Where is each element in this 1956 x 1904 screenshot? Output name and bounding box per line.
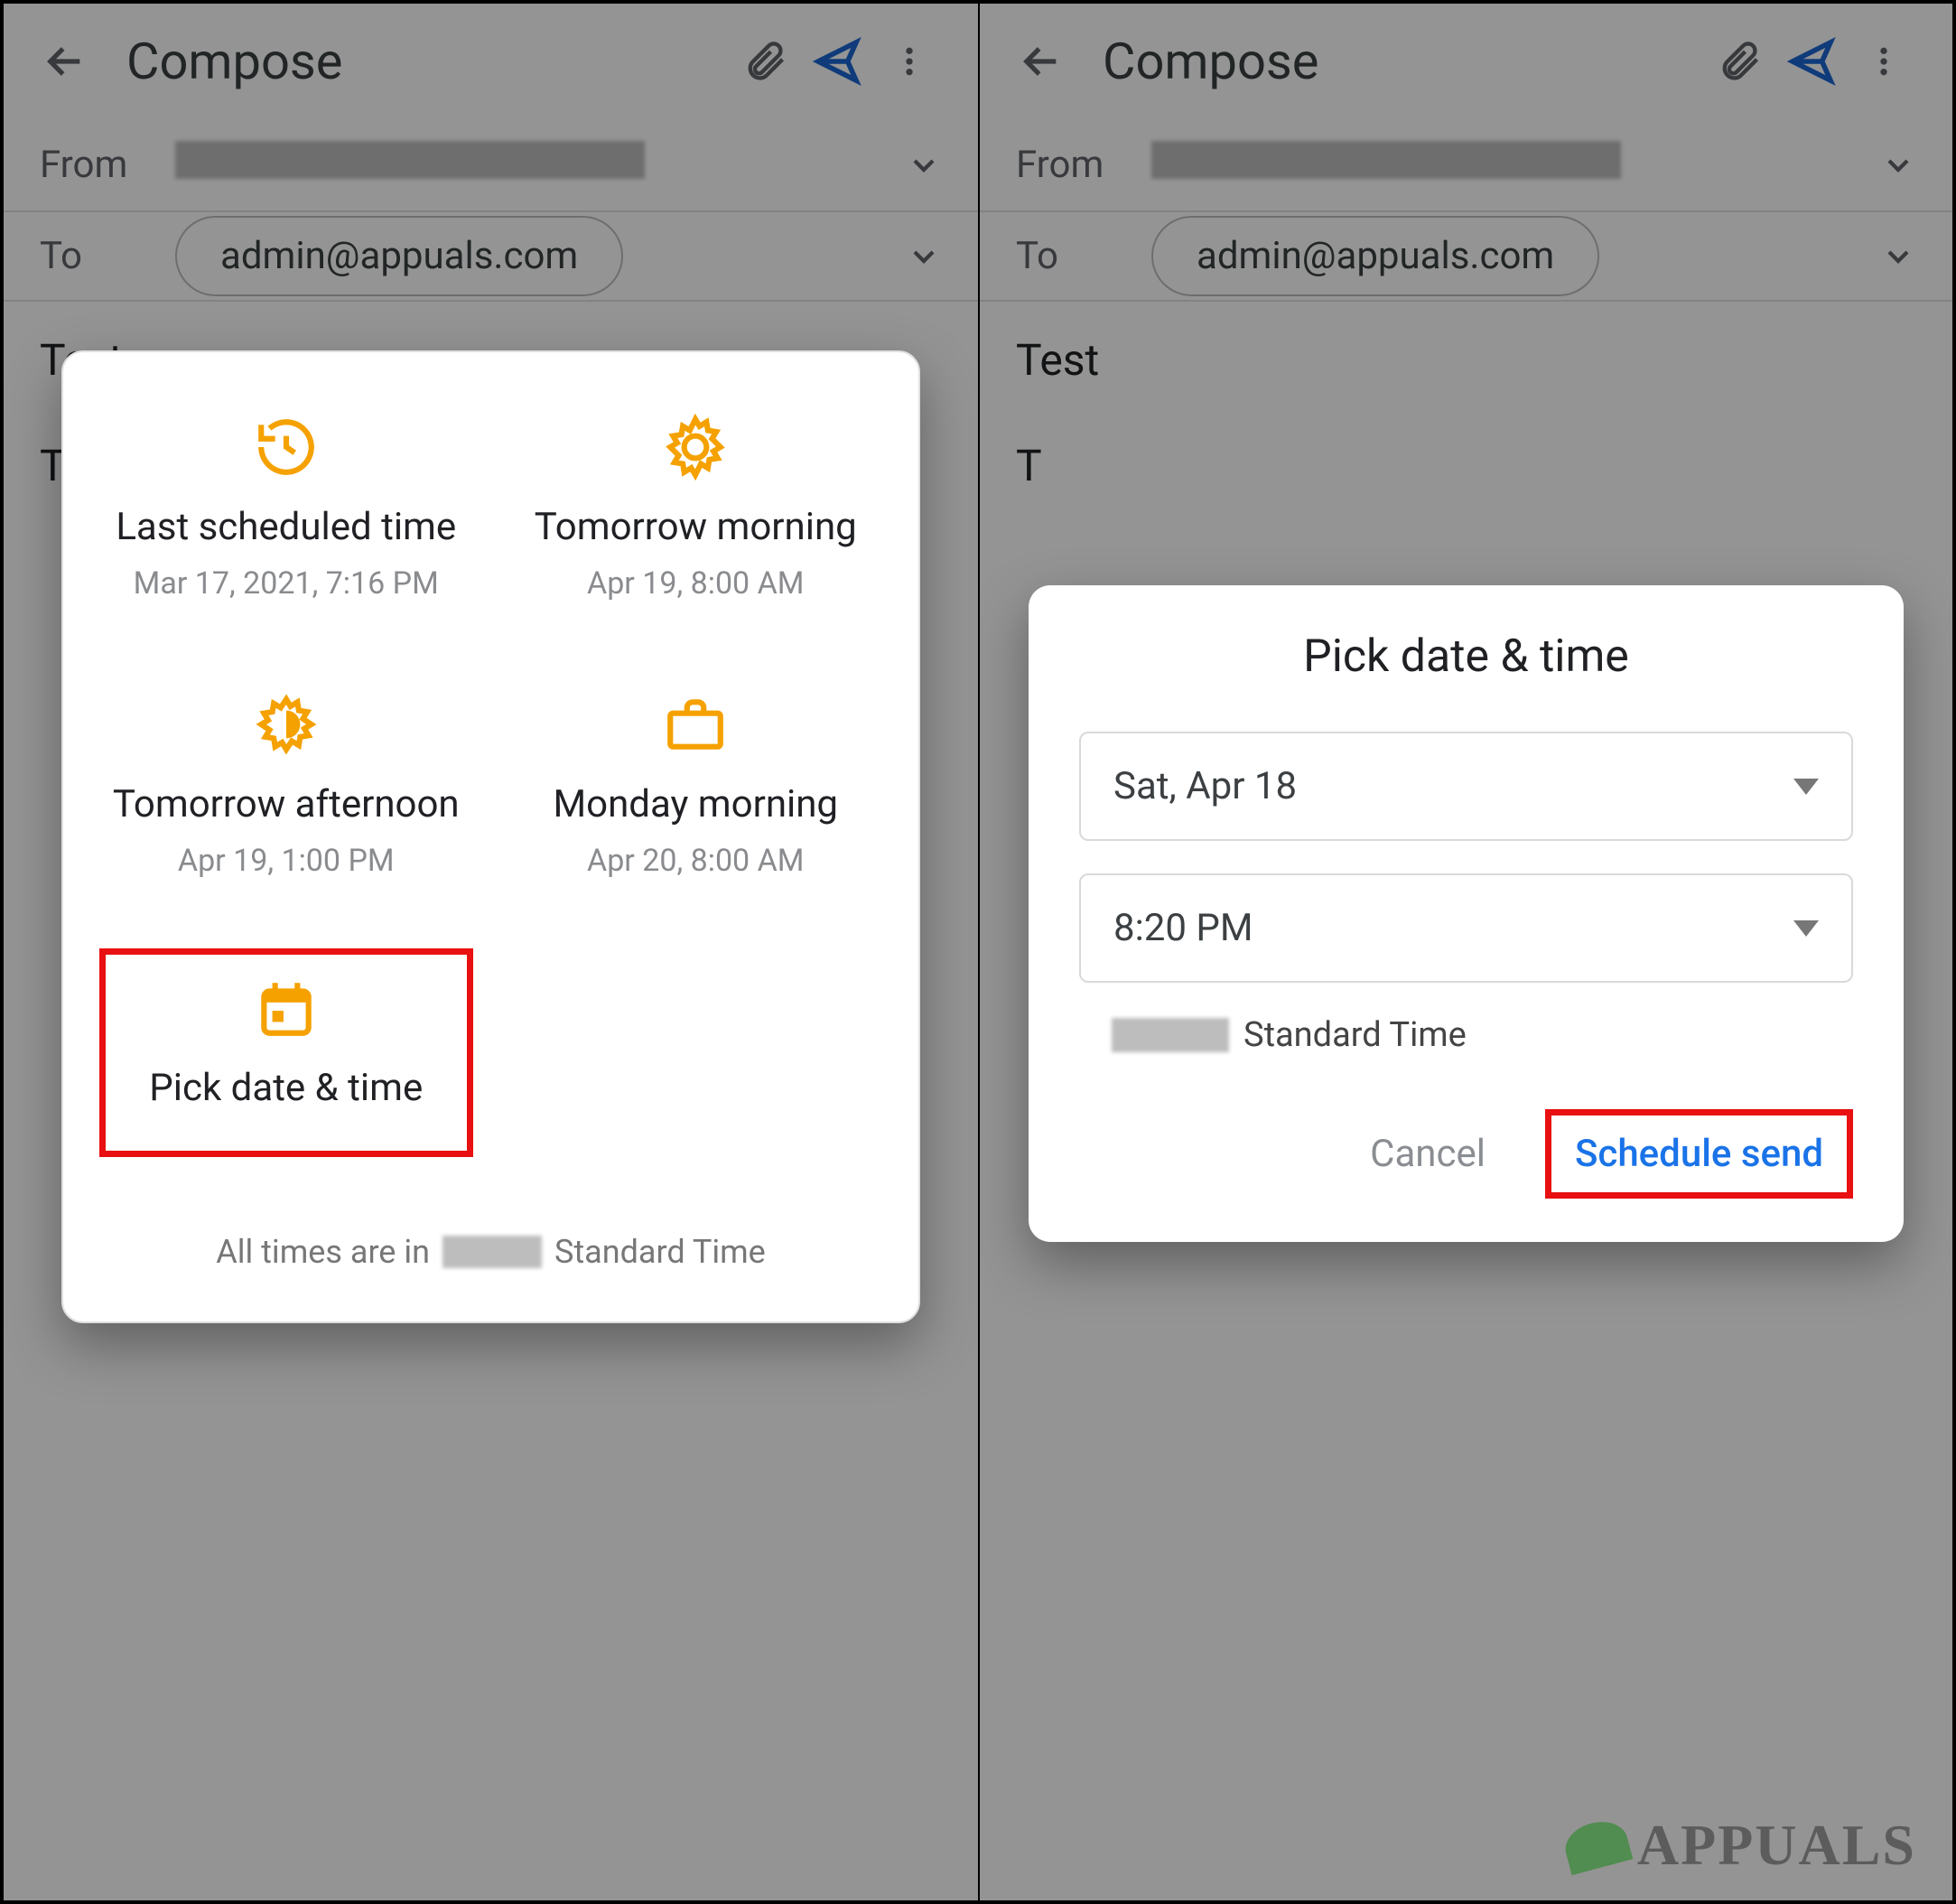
option-pick-date-time[interactable]: Pick date & time [99,948,473,1157]
picker-actions: Cancel Schedule send [1079,1109,1853,1199]
history-clock-icon [253,414,320,484]
redacted-text [1112,1018,1229,1052]
sun-gear-icon [662,414,729,484]
time-value: 8:20 PM [1113,906,1253,950]
screenshot-left: Compose From To admin@appuals.com Tes [4,4,978,1900]
redacted-text [442,1236,542,1268]
option-last-scheduled[interactable]: Last scheduled time Mar 17, 2021, 7:16 P… [99,394,473,628]
date-time-picker-card: Pick date & time Sat, Apr 18 8:20 PM Sta… [1029,585,1904,1242]
footer-suffix: Standard Time [554,1233,766,1271]
watermark-icon [1560,1815,1634,1875]
watermark: APPUALS [1565,1812,1916,1879]
schedule-send-card: Last scheduled time Mar 17, 2021, 7:16 P… [61,350,920,1323]
timezone-line: Standard Time [1079,1015,1853,1055]
option-title: Monday morning [553,781,838,829]
dropdown-triangle-icon [1793,779,1819,795]
option-title: Pick date & time [149,1065,423,1113]
option-sub: Apr 19, 8:00 AM [587,565,804,603]
schedule-options-grid: Last scheduled time Mar 17, 2021, 7:16 P… [99,394,882,1157]
watermark-text: APPUALS [1637,1812,1916,1879]
option-title: Tomorrow afternoon [113,781,460,829]
option-sub: Mar 17, 2021, 7:16 PM [134,565,439,603]
dropdown-triangle-icon [1793,920,1819,937]
picker-title: Pick date & time [1079,630,1853,683]
option-sub: Apr 20, 8:00 AM [587,842,804,881]
timezone-suffix: Standard Time [1243,1015,1467,1055]
option-tomorrow-afternoon[interactable]: Tomorrow afternoon Apr 19, 1:00 PM [99,671,473,905]
cancel-button[interactable]: Cancel [1350,1115,1505,1192]
calendar-icon [253,975,320,1045]
option-tomorrow-morning[interactable]: Tomorrow morning Apr 19, 8:00 AM [509,394,883,628]
option-title: Last scheduled time [116,504,456,552]
footer-prefix: All times are in [216,1233,430,1271]
screenshot-right: Compose From To admin@appuals.com Tes [978,4,1952,1900]
half-sun-icon [253,691,320,761]
briefcase-icon [662,691,729,761]
option-sub: Apr 19, 1:00 PM [178,842,395,881]
date-field[interactable]: Sat, Apr 18 [1079,732,1853,841]
time-field[interactable]: 8:20 PM [1079,873,1853,983]
date-value: Sat, Apr 18 [1113,764,1297,808]
option-title: Tomorrow morning [535,504,857,552]
schedule-footer: All times are in Standard Time [99,1233,882,1271]
option-monday-morning[interactable]: Monday morning Apr 20, 8:00 AM [509,671,883,905]
schedule-send-button[interactable]: Schedule send [1545,1109,1853,1199]
